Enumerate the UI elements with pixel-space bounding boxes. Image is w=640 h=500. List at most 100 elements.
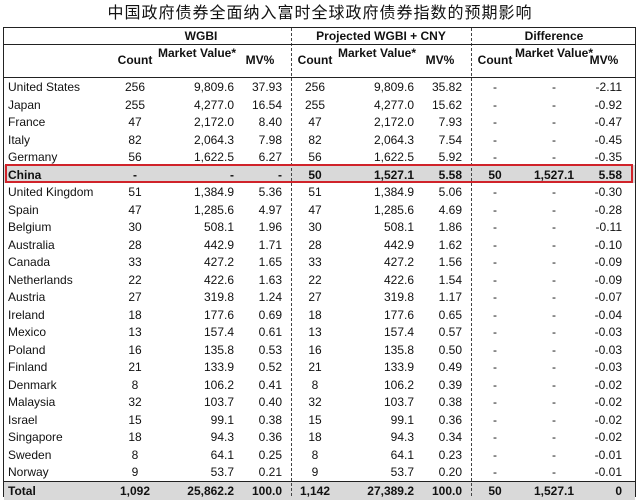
table-cell: 18 xyxy=(308,308,322,322)
table-cell: 1,285.6 xyxy=(193,203,234,217)
table-cell: - xyxy=(552,150,556,164)
table-cell: 47 xyxy=(308,203,322,217)
table-cell: - xyxy=(493,360,497,374)
table-cell: 1.17 xyxy=(438,290,462,304)
table-cell: 0.40 xyxy=(258,395,282,409)
table-cell: - xyxy=(493,98,497,112)
table-cell: 82 xyxy=(128,133,142,147)
table-cell: - xyxy=(493,220,497,234)
table-cell: 30 xyxy=(308,220,322,234)
country-name: Singapore xyxy=(8,430,63,444)
table-cell: 0.25 xyxy=(258,448,282,462)
table-cell: 99.1 xyxy=(210,413,234,427)
table-cell: 2,172.0 xyxy=(373,115,414,129)
table-cell: 7.98 xyxy=(258,133,282,147)
table-cell: 8 xyxy=(131,378,139,392)
total-cell: 25,862.2 xyxy=(187,484,234,498)
table-cell: - xyxy=(552,220,556,234)
total-cell: 27,389.2 xyxy=(367,484,414,498)
table-cell: 319.8 xyxy=(383,290,414,304)
table-cell: -0.03 xyxy=(594,325,622,339)
table-cell: - xyxy=(493,465,497,479)
total-cell: 100.0 xyxy=(431,484,462,498)
table-cell: - xyxy=(552,273,556,287)
table-cell: 4,277.0 xyxy=(373,98,414,112)
country-name: Ireland xyxy=(8,308,45,322)
country-name: Poland xyxy=(8,343,46,357)
table-cell: 1.63 xyxy=(258,273,282,287)
table-cell: - xyxy=(493,430,497,444)
table-cell: 5.36 xyxy=(258,185,282,199)
table-cell: 255 xyxy=(304,98,326,112)
total-cell: 1,142 xyxy=(299,484,331,498)
country-name: Denmark xyxy=(8,378,57,392)
country-name: Italy xyxy=(8,133,31,147)
table-cell: 1.62 xyxy=(438,238,462,252)
table-cell: - xyxy=(552,115,556,129)
table-cell: - xyxy=(552,238,556,252)
table-cell: -0.45 xyxy=(594,133,622,147)
table-cell: 103.7 xyxy=(203,395,234,409)
group-header-wgbi: WGBI xyxy=(184,29,218,43)
country-name: Norway xyxy=(8,465,49,479)
table-cell: - xyxy=(552,343,556,357)
table-cell: - xyxy=(552,185,556,199)
table-cell: 8.40 xyxy=(258,115,282,129)
country-name: United States xyxy=(8,80,81,94)
table-cell: 16.54 xyxy=(251,98,282,112)
country-name: Germany xyxy=(8,150,58,164)
table-cell: 1,384.9 xyxy=(373,185,414,199)
table-cell: 1,384.9 xyxy=(193,185,234,199)
table-cell: 33 xyxy=(308,255,322,269)
table-cell: 157.4 xyxy=(383,325,414,339)
table-cell: 16 xyxy=(128,343,142,357)
table-cell: - xyxy=(552,290,556,304)
table-cell: 4.69 xyxy=(438,203,462,217)
table-cell: - xyxy=(552,360,556,374)
table-cell: 56 xyxy=(308,150,322,164)
table-cell: 442.9 xyxy=(383,238,414,252)
table-cell: 32 xyxy=(308,395,322,409)
table-cell: 56 xyxy=(128,150,142,164)
table-cell: 0.39 xyxy=(438,378,462,392)
table-cell: -0.35 xyxy=(594,150,622,164)
table-cell: - xyxy=(493,238,497,252)
column-header: Market Value* xyxy=(157,46,237,60)
column-header: MV% xyxy=(425,53,455,67)
table-cell: 94.3 xyxy=(390,430,414,444)
header-rule xyxy=(3,77,636,78)
table-cell: 0.38 xyxy=(258,413,282,427)
table-cell: - xyxy=(552,413,556,427)
total-cell: 0 xyxy=(615,484,622,498)
table-cell: 255 xyxy=(124,98,146,112)
table-cell: 0.52 xyxy=(258,360,282,374)
table-cell: -0.04 xyxy=(594,308,622,322)
total-label: Total xyxy=(8,484,36,498)
table-cell: - xyxy=(552,98,556,112)
table-cell: -2.11 xyxy=(595,80,622,94)
table-cell: 51 xyxy=(308,185,322,199)
table-cell: 103.7 xyxy=(383,395,414,409)
group-divider-1 xyxy=(291,28,292,496)
country-name: France xyxy=(8,115,46,129)
table-cell: 0.61 xyxy=(258,325,282,339)
table-cell: -0.28 xyxy=(594,203,622,217)
table-cell: - xyxy=(493,413,497,427)
table-cell: 47 xyxy=(128,115,142,129)
table-cell: 30 xyxy=(128,220,142,234)
table-cell: 1,285.6 xyxy=(373,203,414,217)
table-cell: 0.36 xyxy=(438,413,462,427)
table-cell: -0.02 xyxy=(594,430,622,444)
table-cell: 9,809.6 xyxy=(373,80,414,94)
table-cell: 7.93 xyxy=(438,115,462,129)
country-name: Australia xyxy=(8,238,55,252)
table-cell: -0.02 xyxy=(594,413,622,427)
table-cell: 256 xyxy=(304,80,326,94)
table-cell: - xyxy=(493,343,497,357)
table-cell: - xyxy=(552,465,556,479)
table-cell: 2,064.3 xyxy=(193,133,234,147)
table-cell: 15 xyxy=(308,413,322,427)
table-cell: - xyxy=(493,203,497,217)
table-cell: 64.1 xyxy=(390,448,414,462)
table-cell: - xyxy=(493,290,497,304)
